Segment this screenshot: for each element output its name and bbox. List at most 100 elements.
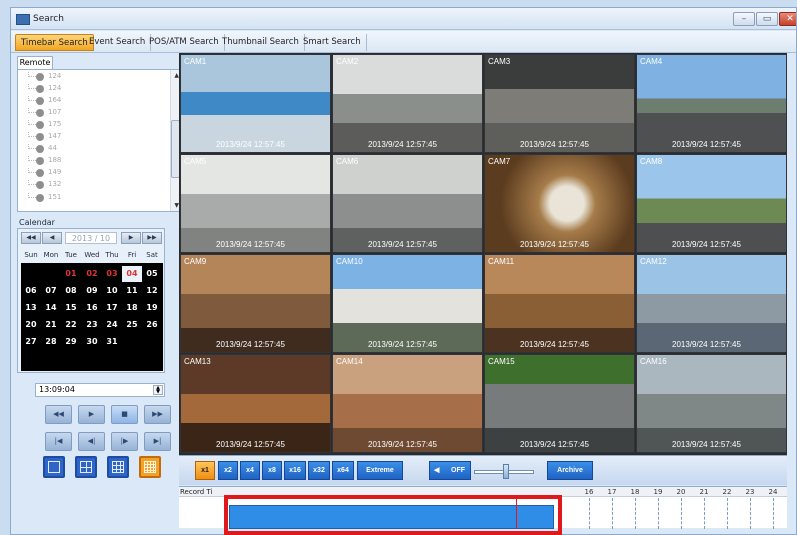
tree-item[interactable]: 107: [18, 108, 168, 118]
camera-tile[interactable]: CAM8 2013/9/24 12:57:45: [636, 154, 787, 253]
calendar-day[interactable]: 06: [21, 283, 41, 299]
speed-x4-button[interactable]: x4: [240, 461, 260, 480]
camera-tile[interactable]: CAM3 2013/9/24 12:57:45: [484, 54, 635, 153]
calendar-day[interactable]: 05: [142, 266, 162, 282]
camera-tile[interactable]: CAM13 2013/9/24 12:57:45: [180, 354, 331, 453]
tree-item[interactable]: 175: [18, 120, 168, 130]
speed-x2-button[interactable]: x2: [218, 461, 238, 480]
tab-smart-search[interactable]: Smart Search: [298, 34, 367, 51]
calendar-day[interactable]: 16: [82, 300, 102, 316]
play-button[interactable]: ▶: [78, 405, 105, 424]
calendar-day[interactable]: 18: [122, 300, 142, 316]
calendar-day[interactable]: 02: [82, 266, 102, 282]
step-back-button[interactable]: ◀|: [78, 432, 105, 451]
speed-extreme-button[interactable]: Extreme: [357, 461, 403, 480]
calendar-day[interactable]: 27: [21, 334, 41, 350]
next-month-button[interactable]: ▶: [121, 232, 141, 244]
tab-event-search[interactable]: Event Search: [84, 34, 152, 51]
calendar-day[interactable]: 08: [61, 283, 81, 299]
tree-item[interactable]: 124: [18, 84, 168, 94]
go-to-end-button[interactable]: ▶|: [144, 432, 171, 451]
calendar-day[interactable]: 12: [142, 283, 162, 299]
calendar-day[interactable]: 07: [41, 283, 61, 299]
calendar-day[interactable]: 26: [142, 317, 162, 333]
calendar-day[interactable]: 03: [102, 266, 122, 282]
speed-x64-button[interactable]: x64: [332, 461, 354, 480]
calendar-day[interactable]: 14: [41, 300, 61, 316]
layout-4x4-button[interactable]: [139, 456, 161, 478]
calendar-day[interactable]: 13: [21, 300, 41, 316]
camera-tile[interactable]: CAM2 2013/9/24 12:57:45: [332, 54, 483, 153]
camera-tile[interactable]: CAM12 2013/9/24 12:57:45: [636, 254, 787, 353]
camera-tile[interactable]: CAM7 2013/9/24 12:57:45: [484, 154, 635, 253]
tab-thumbnail-search[interactable]: Thumbnail Search: [217, 34, 305, 51]
speed-x1-button[interactable]: x1: [195, 461, 215, 480]
camera-tile[interactable]: CAM4 2013/9/24 12:57:45: [636, 54, 787, 153]
volume-slider-handle[interactable]: [503, 464, 509, 479]
tab-pos-atm-search[interactable]: POS/ATM Search: [144, 34, 225, 51]
calendar-day[interactable]: 31: [102, 334, 122, 350]
speed-x32-button[interactable]: x32: [308, 461, 330, 480]
timeline[interactable]: Record Ti 16 17 18 19 20 21 22 23 24: [179, 486, 787, 535]
tree-item[interactable]: 44: [18, 144, 168, 154]
audio-toggle-button[interactable]: ◀ OFF: [429, 461, 471, 480]
camera-tile[interactable]: CAM14 2013/9/24 12:57:45: [332, 354, 483, 453]
prev-year-button[interactable]: ◀◀: [21, 232, 41, 244]
speed-x16-button[interactable]: x16: [284, 461, 306, 480]
layout-2x2-button[interactable]: [75, 456, 97, 478]
fast-rewind-button[interactable]: ◀◀: [45, 405, 72, 424]
volume-slider[interactable]: [474, 464, 534, 479]
tab-remote[interactable]: Remote: [17, 56, 53, 69]
calendar-day[interactable]: 24: [102, 317, 122, 333]
calendar-day[interactable]: 20: [21, 317, 41, 333]
calendar-day[interactable]: 30: [82, 334, 102, 350]
camera-tile[interactable]: CAM16 2013/9/24 12:57:45: [636, 354, 787, 453]
archive-button[interactable]: Archive: [547, 461, 593, 480]
tree-item[interactable]: 188: [18, 156, 168, 166]
camera-tile[interactable]: CAM15 2013/9/24 12:57:45: [484, 354, 635, 453]
time-input[interactable]: 13:09:04 ▲ ▼: [35, 383, 165, 397]
fast-forward-button[interactable]: ▶▶: [144, 405, 171, 424]
maximize-button[interactable]: ▭: [756, 12, 778, 26]
camera-tile[interactable]: CAM11 2013/9/24 12:57:45: [484, 254, 635, 353]
camera-tile[interactable]: CAM1 2013/9/24 12:57:45: [180, 54, 331, 153]
step-forward-button[interactable]: |▶: [111, 432, 138, 451]
layout-3x3-button[interactable]: [107, 456, 129, 478]
calendar-day[interactable]: 23: [82, 317, 102, 333]
prev-month-button[interactable]: ◀: [42, 232, 62, 244]
calendar-day[interactable]: 22: [61, 317, 81, 333]
calendar-day[interactable]: 17: [102, 300, 122, 316]
tree-item[interactable]: 147: [18, 132, 168, 142]
camera-tile[interactable]: CAM10 2013/9/24 12:57:45: [332, 254, 483, 353]
calendar-day[interactable]: 09: [82, 283, 102, 299]
calendar-day[interactable]: 10: [102, 283, 122, 299]
calendar-day[interactable]: 29: [61, 334, 81, 350]
layout-1x1-button[interactable]: [43, 456, 65, 478]
calendar-day[interactable]: 25: [122, 317, 142, 333]
camera-timestamp: 2013/9/24 12:57:45: [672, 440, 741, 449]
camera-timestamp: 2013/9/24 12:57:45: [672, 240, 741, 249]
speed-x8-button[interactable]: x8: [262, 461, 282, 480]
camera-tile[interactable]: CAM5 2013/9/24 12:57:45: [180, 154, 331, 253]
tree-item[interactable]: 149: [18, 168, 168, 178]
close-button[interactable]: ✕: [779, 12, 796, 26]
tree-item[interactable]: 151: [18, 193, 168, 203]
camera-tile[interactable]: CAM6 2013/9/24 12:57:45: [332, 154, 483, 253]
calendar-day[interactable]: 28: [41, 334, 61, 350]
calendar-day[interactable]: 11: [122, 283, 142, 299]
calendar-day[interactable]: 15: [61, 300, 81, 316]
tab-timebar-search[interactable]: Timebar Search: [15, 34, 94, 51]
next-year-button[interactable]: ▶▶: [142, 232, 162, 244]
camera-tile[interactable]: CAM9 2013/9/24 12:57:45: [180, 254, 331, 353]
tree-item[interactable]: 124: [18, 72, 168, 82]
tree-item[interactable]: 164: [18, 96, 168, 106]
calendar-day[interactable]: 01: [61, 266, 81, 282]
tree-item[interactable]: 132: [18, 180, 168, 190]
go-to-start-button[interactable]: |◀: [45, 432, 72, 451]
calendar-day[interactable]: 04: [122, 266, 142, 282]
minimize-button[interactable]: –: [733, 12, 755, 26]
calendar-day[interactable]: 19: [142, 300, 162, 316]
calendar-day[interactable]: 21: [41, 317, 61, 333]
stop-button[interactable]: ■: [111, 405, 138, 424]
time-spinner[interactable]: ▲ ▼: [153, 385, 163, 395]
